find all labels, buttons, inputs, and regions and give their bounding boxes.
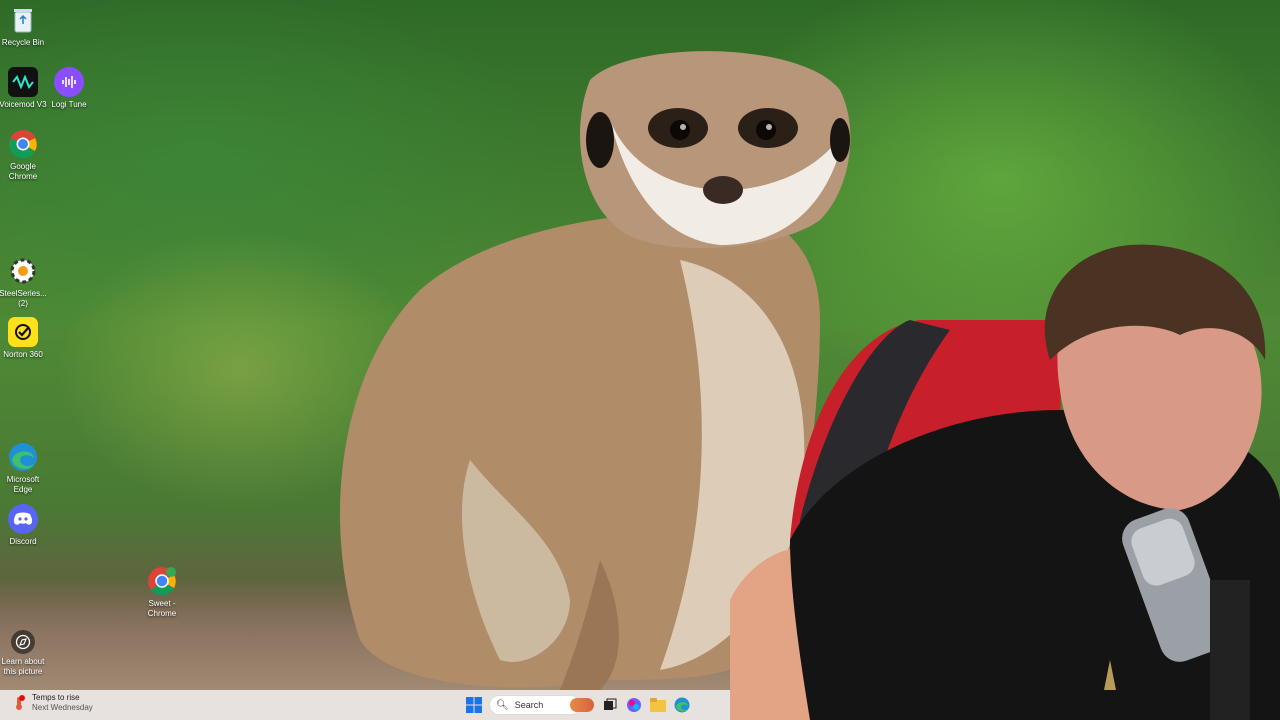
desktop-icon-label: Discord	[9, 537, 37, 546]
taskbar-center: 🔍︎ Search	[465, 690, 691, 720]
file-explorer-icon[interactable]	[649, 696, 667, 714]
desktop-icon-label: Google Chrome	[8, 162, 38, 181]
weather-widget[interactable]: Temps to rise Next Wednesday	[12, 693, 93, 713]
desktop-icon-microsoft-edge[interactable]: Microsoft Edge	[0, 442, 58, 495]
weather-title: Temps to rise	[32, 693, 80, 702]
desktop-icon-learn-about-picture[interactable]: Learn about this picture	[0, 630, 58, 677]
desktop-icon-label: Learn about this picture	[1, 657, 45, 676]
learn-about-picture-icon	[11, 630, 35, 654]
logi-tune-icon	[54, 67, 84, 97]
edge-icon	[8, 442, 38, 472]
edge-taskbar-icon[interactable]	[673, 696, 691, 714]
desktop-icon-label: SteelSeries... (2)	[0, 289, 47, 308]
copilot-icon[interactable]	[625, 696, 643, 714]
desktop-icon-label: Microsoft Edge	[6, 475, 40, 494]
chrome-icon	[8, 129, 38, 159]
chrome-profile-icon	[147, 566, 177, 596]
desktop-icon-discord[interactable]: Discord	[0, 504, 58, 547]
steelseries-icon	[8, 256, 38, 286]
search-placeholder: Search	[514, 700, 544, 710]
recycle-bin-icon	[8, 5, 38, 35]
taskbar-search[interactable]: 🔍︎ Search	[489, 695, 594, 715]
desktop-icon-label: Norton 360	[3, 350, 43, 359]
desktop-icon-label: Sweet - Chrome	[147, 599, 177, 618]
task-view-icon[interactable]	[601, 696, 619, 714]
discord-icon	[8, 504, 38, 534]
search-highlight-icon	[570, 698, 594, 712]
desktop-icon-label: Recycle Bin	[1, 38, 45, 47]
norton-icon	[8, 317, 38, 347]
search-icon: 🔍︎	[496, 699, 509, 711]
desktop-icon-norton[interactable]: Norton 360	[0, 317, 58, 360]
desktop-icon-steelseries[interactable]: SteelSeries... (2)	[0, 256, 58, 309]
taskbar: Temps to rise Next Wednesday 🔍︎ Search	[0, 690, 730, 720]
thermometer-icon	[12, 695, 26, 711]
start-button[interactable]	[465, 696, 483, 714]
desktop-icon-label: Logi Tune	[51, 100, 87, 109]
desktop-icon-logi-tune[interactable]: Logi Tune	[34, 67, 104, 110]
desktop-icon-recycle-bin[interactable]: Recycle Bin	[0, 5, 58, 48]
weather-subtitle: Next Wednesday	[32, 703, 93, 712]
desktop-icon-google-chrome[interactable]: Google Chrome	[0, 129, 58, 182]
desktop-icon-sweet-chrome[interactable]: Sweet - Chrome	[127, 566, 197, 619]
webcam-overlay	[730, 244, 1280, 720]
